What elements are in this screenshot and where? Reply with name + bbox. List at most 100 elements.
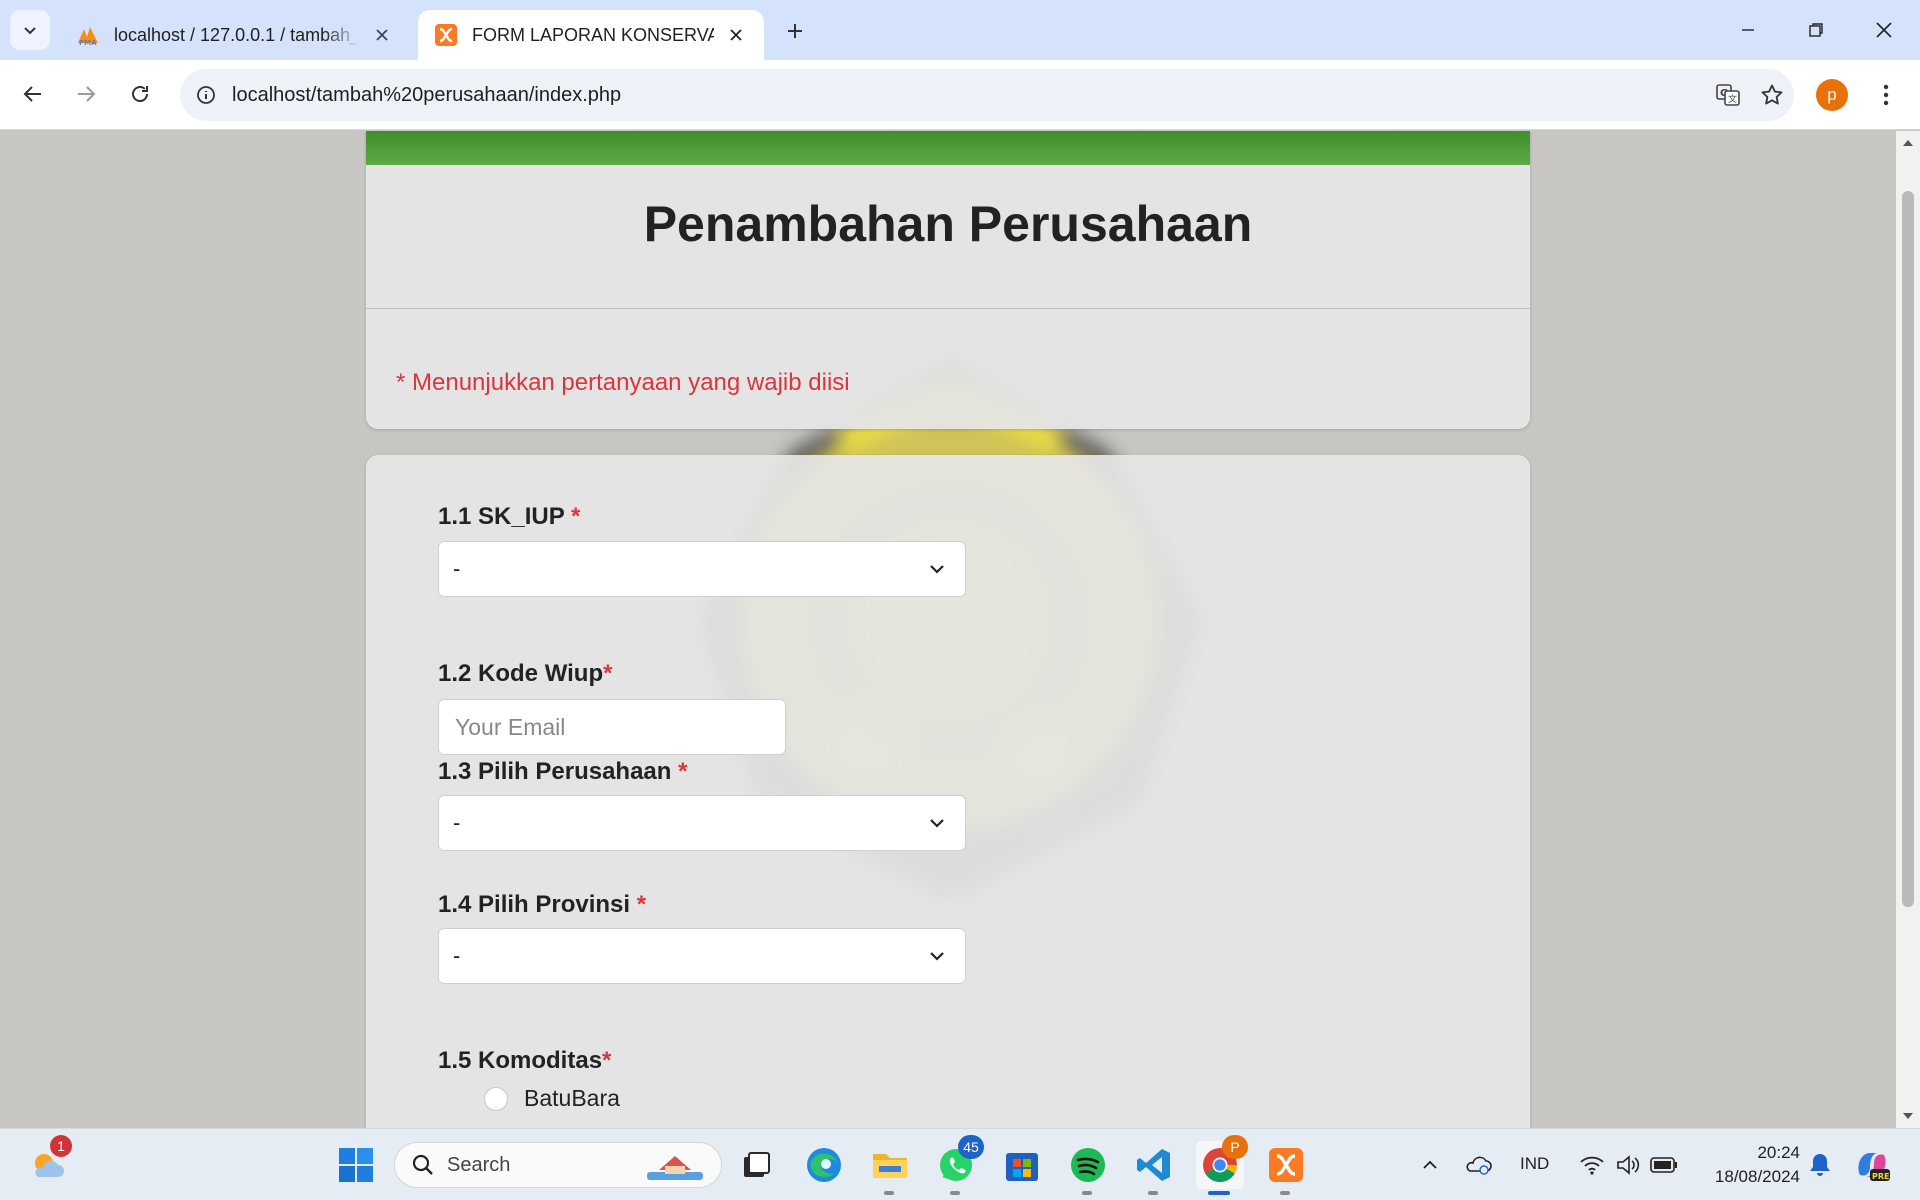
restore-button[interactable] — [1794, 12, 1838, 48]
running-indicator — [1148, 1191, 1158, 1195]
browser-toolbar: localhost/tambah%20perusahaan/index.php … — [0, 60, 1920, 130]
file-explorer-app[interactable] — [866, 1141, 914, 1195]
xampp-app[interactable] — [1262, 1141, 1310, 1195]
page-viewport: Penambahan Perusahaan * Menunjukkan pert… — [0, 131, 1896, 1128]
label-text: 1.5 Komoditas — [438, 1047, 603, 1074]
url-text[interactable]: localhost/tambah%20perusahaan/index.php — [232, 84, 1706, 107]
close-icon — [1876, 22, 1892, 38]
weather-badge: 1 — [50, 1135, 72, 1157]
close-icon[interactable] — [724, 23, 748, 47]
browser-menu-button[interactable] — [1866, 75, 1906, 115]
scrollbar-thumb[interactable] — [1902, 191, 1914, 907]
sk-iup-select[interactable]: - — [438, 541, 966, 597]
minimize-icon — [1742, 29, 1754, 31]
spotify-app[interactable] — [1064, 1141, 1112, 1195]
forward-button[interactable] — [66, 74, 106, 114]
arrow-right-icon — [78, 86, 96, 102]
xampp-icon — [1269, 1148, 1303, 1182]
back-button[interactable] — [13, 74, 53, 114]
form-card: 1.1 SK_IUP * - 1.2 Kode Wiup* 1.3 Pilih … — [366, 455, 1530, 1128]
taskbar-clock[interactable]: 20:24 18/08/2024 — [1700, 1141, 1800, 1189]
scroll-up-arrow-icon[interactable] — [1896, 131, 1920, 155]
provinsi-select[interactable]: - — [438, 928, 966, 984]
vscode-app[interactable] — [1130, 1141, 1178, 1195]
komoditas-option-batubara[interactable]: BatuBara — [484, 1085, 620, 1112]
label-text: 1.1 SK_IUP — [438, 503, 571, 530]
close-window-button[interactable] — [1862, 12, 1906, 48]
plus-icon — [788, 24, 802, 38]
running-indicator — [884, 1191, 894, 1195]
tab-form-laporan[interactable]: FORM LAPORAN KONSERVASI — [418, 10, 764, 60]
address-bar[interactable]: localhost/tambah%20perusahaan/index.php … — [180, 69, 1794, 121]
chevron-down-icon — [24, 27, 36, 35]
question-label-perusahaan: 1.3 Pilih Perusahaan * — [438, 758, 687, 786]
weather-widget[interactable]: 1 — [24, 1135, 72, 1189]
taskbar: 1 Search 45 P IND 20:24 18/08/2024 PRE — [0, 1128, 1920, 1200]
radio-button[interactable] — [484, 1086, 508, 1111]
select-value: - — [453, 943, 461, 968]
more-vertical-icon — [1883, 84, 1889, 106]
scroll-down-arrow-icon[interactable] — [1896, 1104, 1920, 1128]
perusahaan-select[interactable]: - — [438, 795, 966, 851]
site-info-icon[interactable] — [180, 69, 232, 121]
search-placeholder: Search — [447, 1153, 511, 1176]
chevron-down-icon — [923, 555, 951, 583]
edge-icon — [807, 1148, 841, 1182]
divider — [366, 308, 1530, 309]
chevron-down-icon — [923, 942, 951, 970]
task-view-button[interactable] — [732, 1141, 780, 1189]
new-tab-button[interactable] — [778, 14, 812, 48]
active-indicator — [1208, 1191, 1230, 1195]
profile-avatar[interactable]: p — [1816, 79, 1848, 111]
radio-label: BatuBara — [524, 1085, 620, 1111]
whatsapp-app[interactable]: 45 — [932, 1135, 984, 1195]
spotify-icon — [1071, 1148, 1105, 1182]
form-header-card: Penambahan Perusahaan * Menunjukkan pert… — [366, 131, 1530, 429]
tab-title: localhost / 127.0.0.1 / tambah_perusahaa… — [114, 24, 360, 45]
page-scrollbar[interactable] — [1896, 131, 1920, 1128]
copilot-icon: PRE — [1858, 1153, 1890, 1181]
tab-search-button[interactable] — [10, 10, 50, 50]
tab-phpmyadmin[interactable]: PMA localhost / 127.0.0.1 / tambah_perus… — [60, 10, 410, 60]
chevron-up-icon — [1423, 1160, 1437, 1169]
chrome-profile-badge: P — [1222, 1135, 1248, 1159]
onedrive-tray[interactable] — [1454, 1141, 1502, 1189]
label-text: 1.4 Pilih Provinsi — [438, 891, 637, 918]
speaker-icon — [1617, 1155, 1640, 1175]
microsoft-store-app[interactable] — [998, 1141, 1046, 1189]
input-language[interactable]: IND — [1520, 1154, 1549, 1174]
search-icon — [412, 1154, 433, 1175]
cloud-sync-icon — [1466, 1156, 1492, 1175]
required-note: * Menunjukkan pertanyaan yang wajib diis… — [396, 369, 850, 396]
copilot-button[interactable]: PRE — [1848, 1141, 1896, 1189]
notifications-button[interactable] — [1796, 1141, 1844, 1189]
show-hidden-icons-button[interactable] — [1406, 1141, 1454, 1189]
select-value: - — [453, 556, 461, 581]
header-accent-bar — [366, 131, 1530, 165]
close-icon[interactable] — [370, 23, 394, 47]
bell-icon — [1810, 1154, 1830, 1176]
folder-icon — [873, 1154, 907, 1178]
minimize-button[interactable] — [1726, 12, 1770, 48]
running-indicator — [1280, 1191, 1290, 1195]
chrome-app[interactable]: P — [1196, 1135, 1248, 1195]
vscode-icon — [1137, 1149, 1170, 1181]
battery-tray[interactable] — [1640, 1141, 1688, 1189]
translate-icon[interactable]: G文 — [1706, 73, 1750, 117]
question-label-kode-wiup: 1.2 Kode Wiup* — [438, 660, 612, 688]
start-button[interactable] — [332, 1141, 380, 1189]
bookmark-star-icon[interactable] — [1750, 73, 1794, 117]
select-value: - — [453, 810, 461, 835]
required-asterisk: * — [603, 660, 613, 687]
reload-icon — [132, 86, 148, 102]
question-label-komoditas: 1.5 Komoditas* — [438, 1047, 611, 1075]
taskbar-search[interactable]: Search — [394, 1142, 722, 1188]
page-title: Penambahan Perusahaan — [643, 196, 1253, 252]
required-asterisk: * — [602, 1047, 612, 1074]
tab-strip: PMA localhost / 127.0.0.1 / tambah_perus… — [0, 0, 1920, 60]
chevron-down-icon — [923, 809, 951, 837]
edge-app[interactable] — [800, 1141, 848, 1189]
reload-button[interactable] — [120, 74, 160, 114]
battery-icon — [1650, 1157, 1677, 1173]
kode-wiup-input[interactable] — [438, 699, 786, 755]
